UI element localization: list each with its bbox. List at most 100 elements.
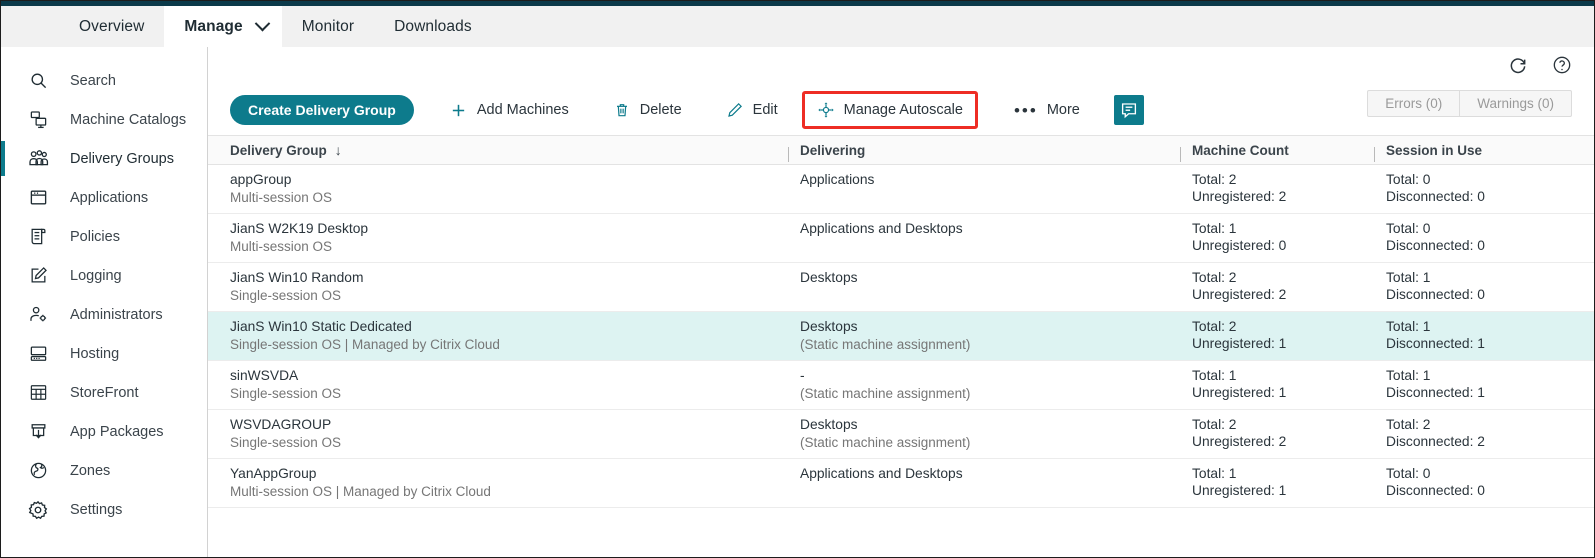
column-header-session-in-use[interactable]: Session in Use <box>1364 143 1594 158</box>
sort-descending-icon: ↓ <box>335 142 342 158</box>
machine-unregistered: Unregistered: 1 <box>1192 384 1364 401</box>
machine-total: Total: 2 <box>1192 318 1364 335</box>
delivering-value: Applications and Desktops <box>800 465 1170 482</box>
session-disconnected: Disconnected: 1 <box>1386 384 1594 401</box>
delete-button[interactable]: Delete <box>605 95 690 125</box>
session-total: Total: 0 <box>1386 465 1594 482</box>
chat-bubble-icon <box>1120 101 1138 119</box>
machine-unregistered: Unregistered: 2 <box>1192 286 1364 303</box>
cell-machine-count: Total: 2Unregistered: 2 <box>1170 416 1364 451</box>
sidebar-item-label: StoreFront <box>70 385 139 401</box>
column-header-delivery-group[interactable]: Delivery Group ↓ <box>208 142 778 158</box>
delivery-groups-icon <box>26 147 50 171</box>
cell-machine-count: Total: 1Unregistered: 1 <box>1170 367 1364 402</box>
machine-catalogs-icon <box>26 108 50 132</box>
tab-manage-label: Manage <box>184 18 242 36</box>
cell-machine-count: Total: 1Unregistered: 1 <box>1170 465 1364 500</box>
table-row[interactable]: JianS W2K19 DesktopMulti-session OSAppli… <box>208 214 1594 263</box>
table-row[interactable]: sinWSVDASingle-session OS-(Static machin… <box>208 361 1594 410</box>
cell-session-in-use: Total: 2Disconnected: 2 <box>1364 416 1594 451</box>
tab-downloads[interactable]: Downloads <box>374 6 492 47</box>
cell-session-in-use: Total: 1Disconnected: 0 <box>1364 269 1594 304</box>
add-machines-button[interactable]: Add Machines <box>442 95 577 125</box>
machine-unregistered: Unregistered: 1 <box>1192 482 1364 499</box>
hosting-icon <box>26 342 50 366</box>
sidebar: Search Machine Catalogs <box>1 47 208 557</box>
trash-icon <box>613 101 631 119</box>
delivery-group-name: JianS Win10 Random <box>230 269 778 286</box>
session-disconnected: Disconnected: 2 <box>1386 433 1594 450</box>
sidebar-item-applications[interactable]: Applications <box>1 178 207 217</box>
sidebar-item-settings[interactable]: Settings <box>1 490 207 529</box>
sidebar-item-storefront[interactable]: StoreFront <box>1 373 207 412</box>
cell-session-in-use: Total: 0Disconnected: 0 <box>1364 171 1594 206</box>
cell-delivery-group: JianS Win10 Static DedicatedSingle-sessi… <box>208 318 778 353</box>
delivery-group-name: YanAppGroup <box>230 465 778 482</box>
delivery-group-name: appGroup <box>230 171 778 188</box>
table-row[interactable]: appGroupMulti-session OS Applications Tota… <box>208 165 1594 214</box>
delivery-group-os: Multi-session OS | Managed by Citrix Clo… <box>230 483 778 500</box>
column-header-delivering[interactable]: Delivering <box>778 143 1170 158</box>
table-row[interactable]: JianS Win10 Static DedicatedSingle-sessi… <box>208 312 1594 361</box>
create-delivery-group-button[interactable]: Create Delivery Group <box>230 95 414 125</box>
sidebar-item-app-packages[interactable]: App Packages <box>1 412 207 451</box>
manage-autoscale-button[interactable]: Manage Autoscale <box>802 91 978 129</box>
sidebar-item-label: Zones <box>70 463 110 479</box>
storefront-icon <box>26 381 50 405</box>
sidebar-item-label: Administrators <box>70 307 163 323</box>
cell-delivery-group: appGroupMulti-session OS <box>208 171 778 206</box>
tab-monitor[interactable]: Monitor <box>282 6 374 47</box>
table-row[interactable]: JianS Win10 RandomSingle-session OSDeskt… <box>208 263 1594 312</box>
machine-total: Total: 2 <box>1192 269 1364 286</box>
app-window: Overview Manage Monitor Downloads Search <box>0 0 1595 558</box>
app-packages-icon <box>26 420 50 444</box>
tab-manage[interactable]: Manage <box>164 6 281 47</box>
policies-icon <box>26 225 50 249</box>
machine-unregistered: Unregistered: 2 <box>1192 433 1364 450</box>
help-icon[interactable] <box>1552 55 1572 75</box>
cell-session-in-use: Total: 0Disconnected: 0 <box>1364 220 1594 255</box>
delivery-group-os: Multi-session OS <box>230 189 778 206</box>
delivery-group-name: JianS W2K19 Desktop <box>230 220 778 237</box>
delivery-group-os: Single-session OS | Managed by Citrix Cl… <box>230 336 778 353</box>
machine-unregistered: Unregistered: 1 <box>1192 335 1364 352</box>
sidebar-item-search[interactable]: Search <box>1 61 207 100</box>
sidebar-item-policies[interactable]: Policies <box>1 217 207 256</box>
sidebar-item-administrators[interactable]: Administrators <box>1 295 207 334</box>
edit-button[interactable]: Edit <box>718 95 786 125</box>
cell-delivering: Desktops(Static machine assignment) <box>778 416 1170 451</box>
session-disconnected: Disconnected: 0 <box>1386 286 1594 303</box>
sidebar-item-machine-catalogs[interactable]: Machine Catalogs <box>1 100 207 139</box>
machine-total: Total: 2 <box>1192 171 1364 188</box>
logging-icon <box>26 264 50 288</box>
refresh-icon[interactable] <box>1508 55 1528 75</box>
sidebar-item-label: Machine Catalogs <box>70 112 186 128</box>
sidebar-item-zones[interactable]: Zones <box>1 451 207 490</box>
cell-delivering: Desktops <box>778 269 1170 304</box>
delivering-value: Applications <box>800 171 1170 188</box>
cell-machine-count: Total: 2Unregistered: 2 <box>1170 269 1364 304</box>
cell-delivery-group: JianS Win10 RandomSingle-session OS <box>208 269 778 304</box>
machine-total: Total: 1 <box>1192 220 1364 237</box>
table-row[interactable]: WSVDAGROUPSingle-session OSDesktops(Stat… <box>208 410 1594 459</box>
table-row[interactable]: YanAppGroupMulti-session OS | Managed by… <box>208 459 1594 508</box>
sidebar-item-hosting[interactable]: Hosting <box>1 334 207 373</box>
table-body: appGroupMulti-session OS Applications Tota… <box>208 165 1594 508</box>
sidebar-item-logging[interactable]: Logging <box>1 256 207 295</box>
cell-delivering: Applications <box>778 171 1170 206</box>
cell-delivery-group: sinWSVDASingle-session OS <box>208 367 778 402</box>
machine-unregistered: Unregistered: 0 <box>1192 237 1364 254</box>
column-header-machine-count[interactable]: Machine Count <box>1170 143 1364 158</box>
delivery-group-name: JianS Win10 Static Dedicated <box>230 318 778 335</box>
sidebar-item-label: Search <box>70 73 116 89</box>
cell-session-in-use: Total: 1Disconnected: 1 <box>1364 318 1594 353</box>
delivery-groups-table: Delivery Group ↓ Delivering Machine Coun… <box>208 136 1594 508</box>
feedback-chat-button[interactable] <box>1114 95 1144 125</box>
pencil-icon <box>726 101 744 119</box>
edit-label: Edit <box>753 102 778 118</box>
tab-overview[interactable]: Overview <box>59 6 164 47</box>
top-navigation: Overview Manage Monitor Downloads <box>1 6 1594 47</box>
sidebar-item-delivery-groups[interactable]: Delivery Groups <box>1 139 207 178</box>
panel-header-actions <box>1508 55 1572 75</box>
more-button[interactable]: ••• More <box>1006 96 1088 125</box>
